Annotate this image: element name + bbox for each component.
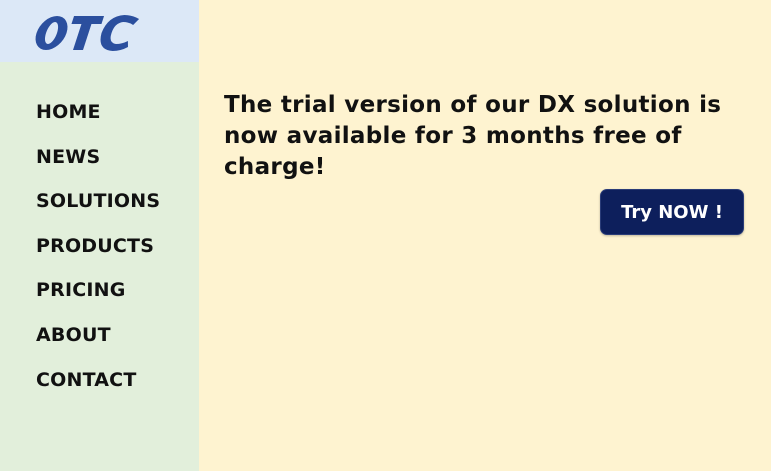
otc-logo [35, 15, 140, 51]
logo-letter-t [71, 16, 105, 50]
nav-item-news[interactable]: NEWS [36, 143, 160, 188]
headline-line-2: now available for 3 months free of charg… [224, 123, 682, 180]
nav-item-solutions[interactable]: SOLUTIONS [36, 187, 160, 232]
try-now-button[interactable]: Try NOW ! [600, 189, 744, 235]
page: HOME NEWS SOLUTIONS PRODUCTS PRICING ABO… [0, 0, 771, 471]
headline: The trial version of our DX solution is … [224, 90, 764, 183]
main-content: The trial version of our DX solution is … [199, 0, 771, 471]
nav-item-about[interactable]: ABOUT [36, 321, 160, 366]
nav-item-pricing[interactable]: PRICING [36, 276, 160, 321]
logo-letter-o [35, 16, 68, 50]
headline-line-1: The trial version of our DX solution is [224, 92, 722, 118]
nav-item-products[interactable]: PRODUCTS [36, 232, 160, 277]
nav-item-contact[interactable]: CONTACT [36, 366, 160, 411]
nav-item-home[interactable]: HOME [36, 98, 160, 143]
main-nav: HOME NEWS SOLUTIONS PRODUCTS PRICING ABO… [36, 98, 160, 410]
logo-area[interactable] [0, 0, 199, 62]
sidebar: HOME NEWS SOLUTIONS PRODUCTS PRICING ABO… [0, 0, 199, 471]
